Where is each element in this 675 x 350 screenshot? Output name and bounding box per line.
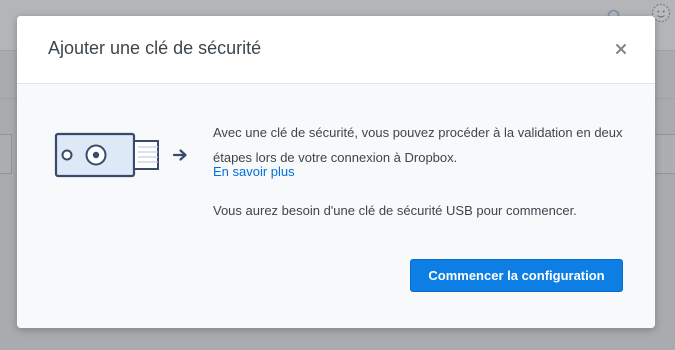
start-setup-button[interactable]: Commencer la configuration [410,259,623,292]
close-icon[interactable] [613,41,629,57]
background-panel-left [0,134,12,174]
background-panel-right [654,134,675,174]
security-key-modal: Ajouter une clé de sécurité Avec une clé… [17,16,655,328]
arrow-right-icon [172,149,187,161]
modal-header: Ajouter une clé de sécurité [17,16,655,84]
usb-security-key-illustration [54,132,187,178]
requirement-note: Vous aurez besoin d'une clé de sécurité … [213,203,577,218]
modal-title: Ajouter une clé de sécurité [48,38,262,58]
learn-more-link[interactable]: En savoir plus [213,162,295,182]
modal-body: Avec une clé de sécurité, vous pouvez pr… [17,84,655,328]
